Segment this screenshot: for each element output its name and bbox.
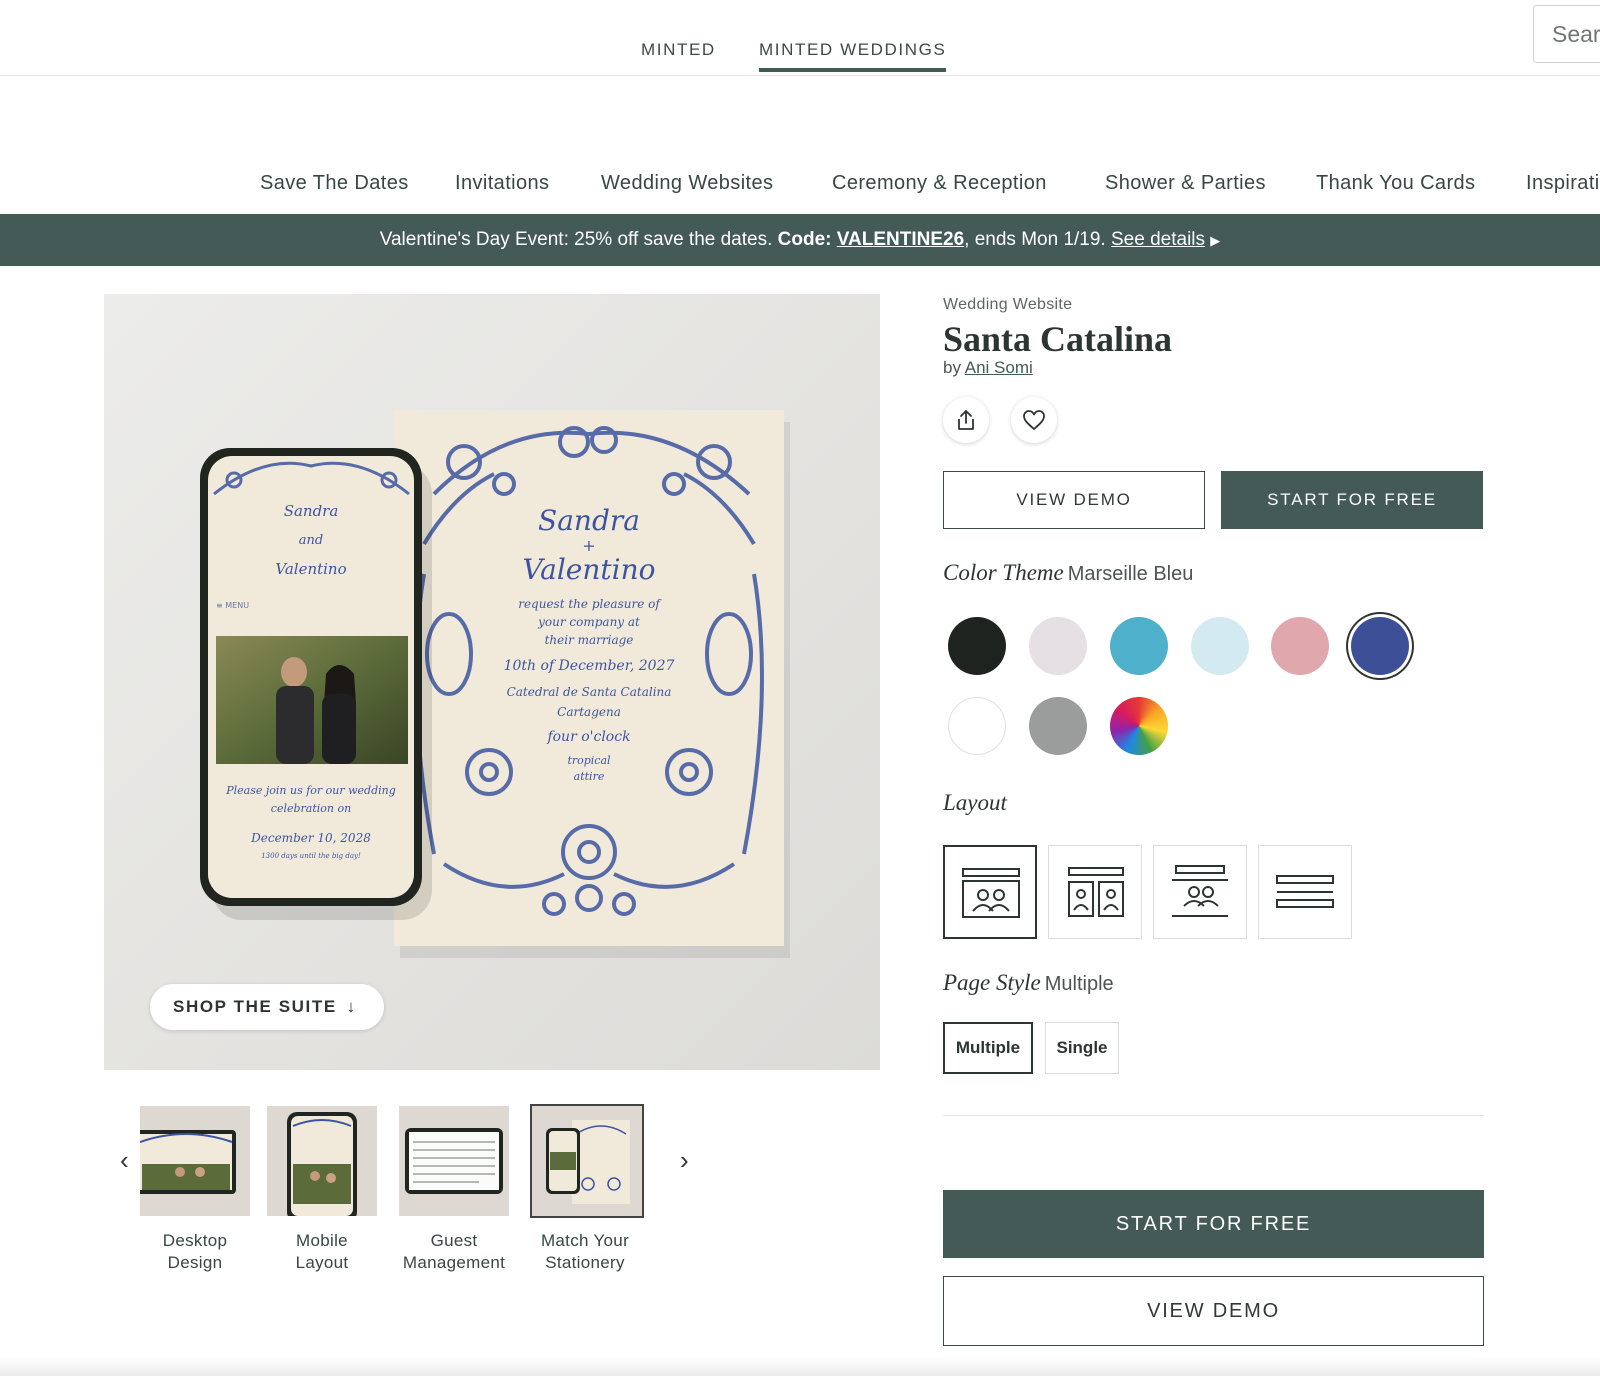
divider	[943, 1115, 1484, 1116]
card-line3: their marriage	[545, 633, 634, 647]
thumbnail-label-line1: Match Your	[540, 1231, 630, 1250]
phone-menu-label: ≡ MENU	[216, 601, 249, 610]
arrow-down-icon: ↓	[346, 997, 357, 1016]
page-style-single-button[interactable]: Single	[1045, 1022, 1119, 1074]
thumbnail-match-your-stationery[interactable]: Match Your Stationery	[530, 1104, 644, 1272]
phone-name1: Sandra	[284, 502, 339, 520]
product-kind: Wedding Website	[943, 296, 1073, 313]
card-date: 10th of December, 2027	[504, 658, 675, 674]
color-swatch-multicolor[interactable]	[1110, 697, 1168, 755]
thumbnail-image	[267, 1106, 377, 1216]
thumbnail-guest-management[interactable]: Guest Management	[399, 1106, 509, 1272]
nav-item-thank-you-cards[interactable]: Thank You Cards	[1316, 172, 1475, 195]
color-theme-heading: Color Theme Marseille Bleu	[943, 560, 1193, 586]
card-line2: your company at	[537, 615, 640, 629]
page-bottom-edge	[0, 1356, 1600, 1376]
designer-link[interactable]: Ani Somi	[965, 358, 1033, 377]
card-line1: request the pleasure of	[518, 597, 662, 611]
promo-banner: Valentine's Day Event: 25% off save the …	[0, 214, 1600, 266]
brand-tab-minted-weddings[interactable]: MINTED WEDDINGS	[759, 40, 946, 60]
thumbnail-next-arrow-icon[interactable]: ›	[680, 1147, 689, 1173]
thumbnail-mobile-layout[interactable]: Mobile Layout	[267, 1106, 377, 1272]
share-icon	[958, 410, 974, 430]
view-demo-button-top[interactable]: VIEW DEMO	[943, 471, 1205, 529]
layout-split-photos-icon	[1068, 867, 1124, 917]
phone-countdown: 1300 days until the big day!	[261, 852, 361, 860]
phone-name2: Valentino	[275, 560, 346, 578]
nav-item-inspiration[interactable]: Inspiration	[1526, 172, 1600, 195]
color-theme-selected: Marseille Bleu	[1067, 563, 1194, 585]
byline-prefix: by	[943, 358, 961, 377]
nav-item-invitations[interactable]: Invitations	[455, 172, 549, 195]
color-swatch-rose[interactable]	[1271, 617, 1329, 675]
layout-heading: Layout	[943, 790, 1007, 815]
category-nav: Save The Dates Invitations Wedding Websi…	[0, 172, 1600, 202]
active-tab-underline	[759, 68, 946, 72]
nav-item-shower-parties[interactable]: Shower & Parties	[1105, 172, 1266, 195]
brand-tab-minted[interactable]: MINTED	[641, 40, 716, 60]
shop-the-suite-label: SHOP THE SUITE	[173, 997, 337, 1016]
thumbnail-image	[140, 1106, 250, 1216]
product-title: Santa Catalina	[943, 319, 1173, 359]
color-swatch-turquoise[interactable]	[1110, 617, 1168, 675]
share-button[interactable]	[943, 397, 989, 443]
layout-option-4[interactable]	[1258, 845, 1352, 939]
phone-date: December 10, 2028	[250, 831, 371, 845]
nav-item-save-the-dates[interactable]: Save The Dates	[260, 172, 409, 195]
promo-ends: , ends Mon 1/19.	[964, 229, 1106, 250]
page-style-multiple-button[interactable]: Multiple	[943, 1022, 1033, 1074]
thumbnail-image	[530, 1104, 644, 1218]
card-name1: Sandra	[538, 504, 640, 537]
nav-item-wedding-websites[interactable]: Wedding Websites	[601, 172, 773, 195]
color-swatch-gray[interactable]	[1029, 697, 1087, 755]
promo-see-details-link[interactable]: See details	[1111, 229, 1205, 250]
color-swatch-black[interactable]	[948, 617, 1006, 675]
phone-and: and	[299, 533, 323, 548]
thumbnail-label-line2: Stationery	[545, 1253, 625, 1272]
color-swatch-white[interactable]	[948, 697, 1006, 755]
shop-the-suite-button[interactable]: SHOP THE SUITE ↓	[150, 984, 384, 1030]
top-brand-bar: MINTED MINTED WEDDINGS Search	[0, 0, 1600, 76]
layout-photo-banner-icon	[962, 868, 1020, 918]
color-theme-label: Color Theme	[943, 560, 1064, 585]
layout-option-2[interactable]	[1048, 845, 1142, 939]
favorite-button[interactable]	[1011, 397, 1057, 443]
promo-code: VALENTINE26	[836, 229, 965, 250]
color-swatch-light-blue[interactable]	[1191, 617, 1249, 675]
play-triangle-icon: ▶	[1210, 233, 1221, 248]
product-hero-image: Sandra + Valentino request the pleasure …	[104, 294, 880, 1070]
card-attire1: tropical	[567, 754, 611, 767]
product-byline: by Ani Somi	[943, 358, 1033, 378]
thumbnail-label: Match Your Stationery	[500, 1230, 670, 1274]
page-style-selected: Multiple	[1044, 973, 1114, 995]
card-venue: Catedral de Santa Catalina	[507, 685, 672, 699]
start-for-free-button-bottom[interactable]: START FOR FREE	[943, 1190, 1484, 1258]
phone-invite: Please join us for our wedding	[225, 784, 396, 797]
layout-option-1[interactable]	[943, 845, 1037, 939]
search-input[interactable]: Search	[1533, 5, 1600, 63]
color-swatch-marseille-bleu[interactable]	[1351, 617, 1409, 675]
page-style-label: Page Style	[943, 970, 1041, 995]
invitation-card	[394, 410, 784, 946]
phone-celebration: celebration on	[271, 802, 351, 815]
thumbnail-prev-arrow-icon[interactable]: ‹	[120, 1147, 129, 1173]
card-name2: Valentino	[523, 553, 656, 586]
card-time: four o'clock	[546, 729, 630, 745]
card-city: Cartagena	[557, 705, 621, 719]
thumbnail-desktop-design[interactable]: Desktop Design	[140, 1106, 250, 1272]
thumbnail-image	[399, 1106, 509, 1216]
color-swatch-blush[interactable]	[1029, 617, 1087, 675]
layout-text-only-icon	[1276, 875, 1334, 908]
layout-option-3[interactable]	[1153, 845, 1247, 939]
promo-code-label: Code:	[777, 229, 832, 250]
nav-item-ceremony-reception[interactable]: Ceremony & Reception	[832, 172, 1047, 195]
page-style-heading: Page Style Multiple	[943, 970, 1114, 996]
view-demo-button-bottom[interactable]: VIEW DEMO	[943, 1276, 1484, 1346]
card-attire2: attire	[574, 770, 605, 783]
layout-open-photo-icon	[1172, 865, 1228, 917]
heart-icon	[1023, 410, 1045, 430]
promo-text: Valentine's Day Event: 25% off save the …	[379, 229, 773, 250]
start-for-free-button-top[interactable]: START FOR FREE	[1221, 471, 1483, 529]
hero-illustration: Sandra + Valentino request the pleasure …	[200, 410, 790, 958]
